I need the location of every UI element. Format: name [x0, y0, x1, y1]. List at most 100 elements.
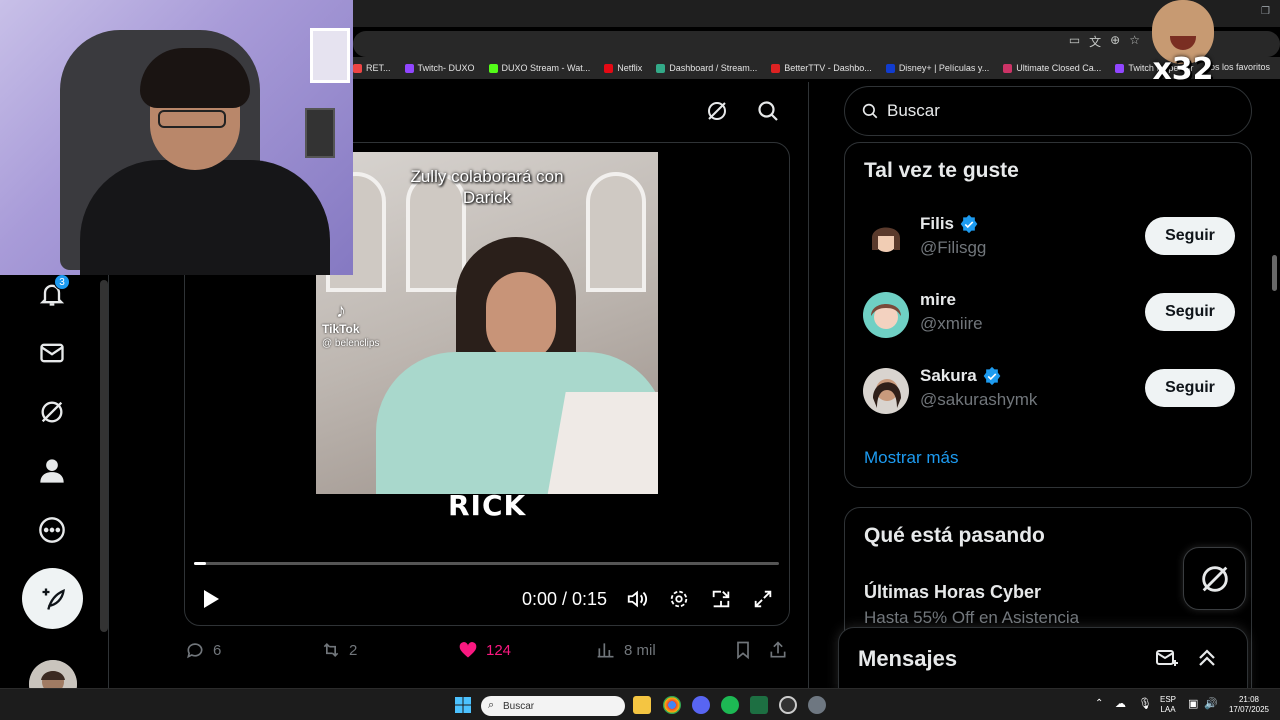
messages-title: Mensajes: [858, 646, 958, 671]
bookmark-item[interactable]: DUXO Stream - Wat...: [488, 63, 591, 73]
nav-grok[interactable]: [30, 390, 74, 434]
page-scrollbar[interactable]: [1272, 255, 1277, 291]
spotify-icon[interactable]: [721, 696, 739, 714]
trends-title: Qué está pasando: [864, 524, 1045, 547]
grok-floating-button[interactable]: [1183, 547, 1246, 610]
discord-icon[interactable]: [692, 696, 710, 714]
user-name[interactable]: Filis: [920, 214, 979, 234]
star-icon[interactable]: ☆: [1129, 33, 1140, 50]
like-button[interactable]: 124: [458, 640, 511, 660]
user-avatar[interactable]: [863, 292, 909, 338]
repost-button[interactable]: 2: [321, 640, 357, 660]
bookmark-label: Dashboard / Stream...: [669, 63, 758, 73]
nav-profile[interactable]: [30, 449, 74, 493]
trend-item-subtitle[interactable]: Hasta 55% Off en Asistencia: [864, 608, 1079, 628]
follow-suggestion[interactable]: Sakura @sakurashymk Seguir: [863, 366, 1235, 416]
bookmark-item[interactable]: Disney+ | Películas y...: [885, 63, 989, 73]
bookmark-icon: [737, 641, 749, 660]
nav-notifications[interactable]: 3: [30, 272, 74, 316]
grok-icon: [41, 401, 63, 423]
zoom-icon[interactable]: ⊕: [1110, 33, 1120, 50]
picture-in-picture-icon[interactable]: [710, 588, 732, 610]
chrome-icon[interactable]: [663, 696, 681, 714]
reply-count: 6: [213, 641, 222, 659]
bookmark-item[interactable]: BetterTTV - Dashbo...: [771, 63, 872, 73]
bookmark-item[interactable]: Netflix: [604, 63, 642, 73]
wall-frame: [305, 108, 335, 158]
share-button[interactable]: [768, 640, 788, 660]
bookmark-item[interactable]: Ultimate Closed Ca...: [1003, 63, 1101, 73]
nav-messages[interactable]: [30, 331, 74, 375]
bookmark-label: Twitch- DUXO: [417, 63, 475, 73]
clock[interactable]: 21:08 17/07/2025: [1224, 695, 1274, 715]
bookmark-button[interactable]: [733, 640, 753, 660]
search-icon: [862, 103, 878, 119]
follow-suggestion[interactable]: mire @xmiire Seguir: [863, 290, 1235, 340]
settings-gear-icon[interactable]: [668, 588, 690, 610]
user-avatar[interactable]: [863, 216, 909, 262]
cast-icon[interactable]: ▭: [1069, 33, 1080, 50]
bookmark-item[interactable]: Dashboard / Stream...: [656, 63, 757, 73]
user-name[interactable]: mire: [920, 290, 956, 310]
nav-more[interactable]: [30, 508, 74, 552]
excel-icon[interactable]: [750, 696, 768, 714]
trend-item-title[interactable]: Últimas Horas Cyber: [864, 582, 1041, 603]
user-name-text: mire: [920, 290, 956, 309]
volume-icon[interactable]: [626, 588, 648, 610]
bookmark-label: DUXO Stream - Wat...: [501, 63, 591, 73]
play-icon[interactable]: [198, 587, 222, 611]
messages-drawer[interactable]: Mensajes: [838, 627, 1248, 691]
video-time: 0:00 / 0:15: [522, 589, 608, 609]
taskbar-search[interactable]: ⌕ Buscar: [481, 696, 625, 716]
language-indicator[interactable]: ESP LAA: [1160, 695, 1176, 715]
fullscreen-icon[interactable]: [752, 588, 774, 610]
repost-count: 2: [349, 641, 358, 659]
grok-icon: [1201, 565, 1228, 592]
verified-badge-icon: [960, 214, 978, 234]
obs-icon[interactable]: [779, 696, 797, 714]
all-bookmarks-link[interactable]: os los favoritos: [1210, 62, 1270, 72]
nav-scrollbar[interactable]: [100, 280, 108, 632]
follow-button[interactable]: Seguir: [1145, 217, 1235, 255]
network-icon[interactable]: ▣: [1188, 697, 1198, 710]
clock-date: 17/07/2025: [1228, 705, 1270, 714]
tray-chevron-up-icon[interactable]: ⌃: [1095, 698, 1103, 709]
verified-badge-icon: [983, 366, 1001, 386]
new-message-icon[interactable]: [1155, 646, 1179, 670]
search-input[interactable]: Buscar: [844, 86, 1252, 136]
notifications-badge: 3: [54, 274, 70, 290]
user-name[interactable]: Sakura: [920, 366, 1002, 386]
user-avatar[interactable]: [863, 368, 909, 414]
bookmark-item[interactable]: RET...: [353, 63, 391, 73]
search-header-icon[interactable]: [756, 99, 780, 123]
speaker-icon[interactable]: 🔊: [1204, 697, 1218, 710]
tiktok-watermark: ♪ TikTok: [322, 300, 360, 336]
video-frame[interactable]: Zully colaborará con Darick ♪ TikTok @ b…: [316, 152, 658, 494]
cloud-icon[interactable]: ☁: [1115, 697, 1126, 710]
windows-start-icon[interactable]: [455, 697, 471, 713]
video-overlay-text: RICK: [448, 489, 527, 522]
user-handle: @sakurashymk: [920, 390, 1038, 409]
show-more-link[interactable]: Mostrar más: [864, 448, 958, 468]
chevrons-up-icon[interactable]: [1195, 646, 1219, 670]
who-to-follow-panel: Tal vez te guste Filis @Filisgg Seguir m…: [844, 142, 1252, 488]
taskbar-search-placeholder: Buscar: [503, 700, 535, 712]
views-button[interactable]: 8 mil: [596, 640, 656, 660]
reply-button[interactable]: 6: [185, 640, 221, 660]
heart-filled-icon: [459, 642, 477, 658]
follow-suggestion[interactable]: Filis @Filisgg Seguir: [863, 214, 1235, 264]
file-explorer-icon[interactable]: [633, 696, 651, 714]
webcam-overlay: [0, 0, 353, 275]
settings-gear-icon[interactable]: [808, 696, 826, 714]
compose-post-button[interactable]: [22, 568, 83, 629]
follow-button[interactable]: Seguir: [1145, 293, 1235, 331]
microphone-icon[interactable]: 🎙: [1138, 697, 1152, 710]
bookmark-item[interactable]: Twitch- DUXO: [404, 63, 475, 73]
avatar-image: [863, 368, 909, 414]
address-bar[interactable]: [353, 31, 1280, 57]
grok-header-icon[interactable]: [705, 99, 729, 123]
video-progress-bar[interactable]: [194, 562, 779, 565]
translate-icon[interactable]: 文: [1089, 33, 1101, 50]
follow-button[interactable]: Seguir: [1145, 369, 1235, 407]
restore-icon[interactable]: ❐: [1261, 6, 1270, 17]
